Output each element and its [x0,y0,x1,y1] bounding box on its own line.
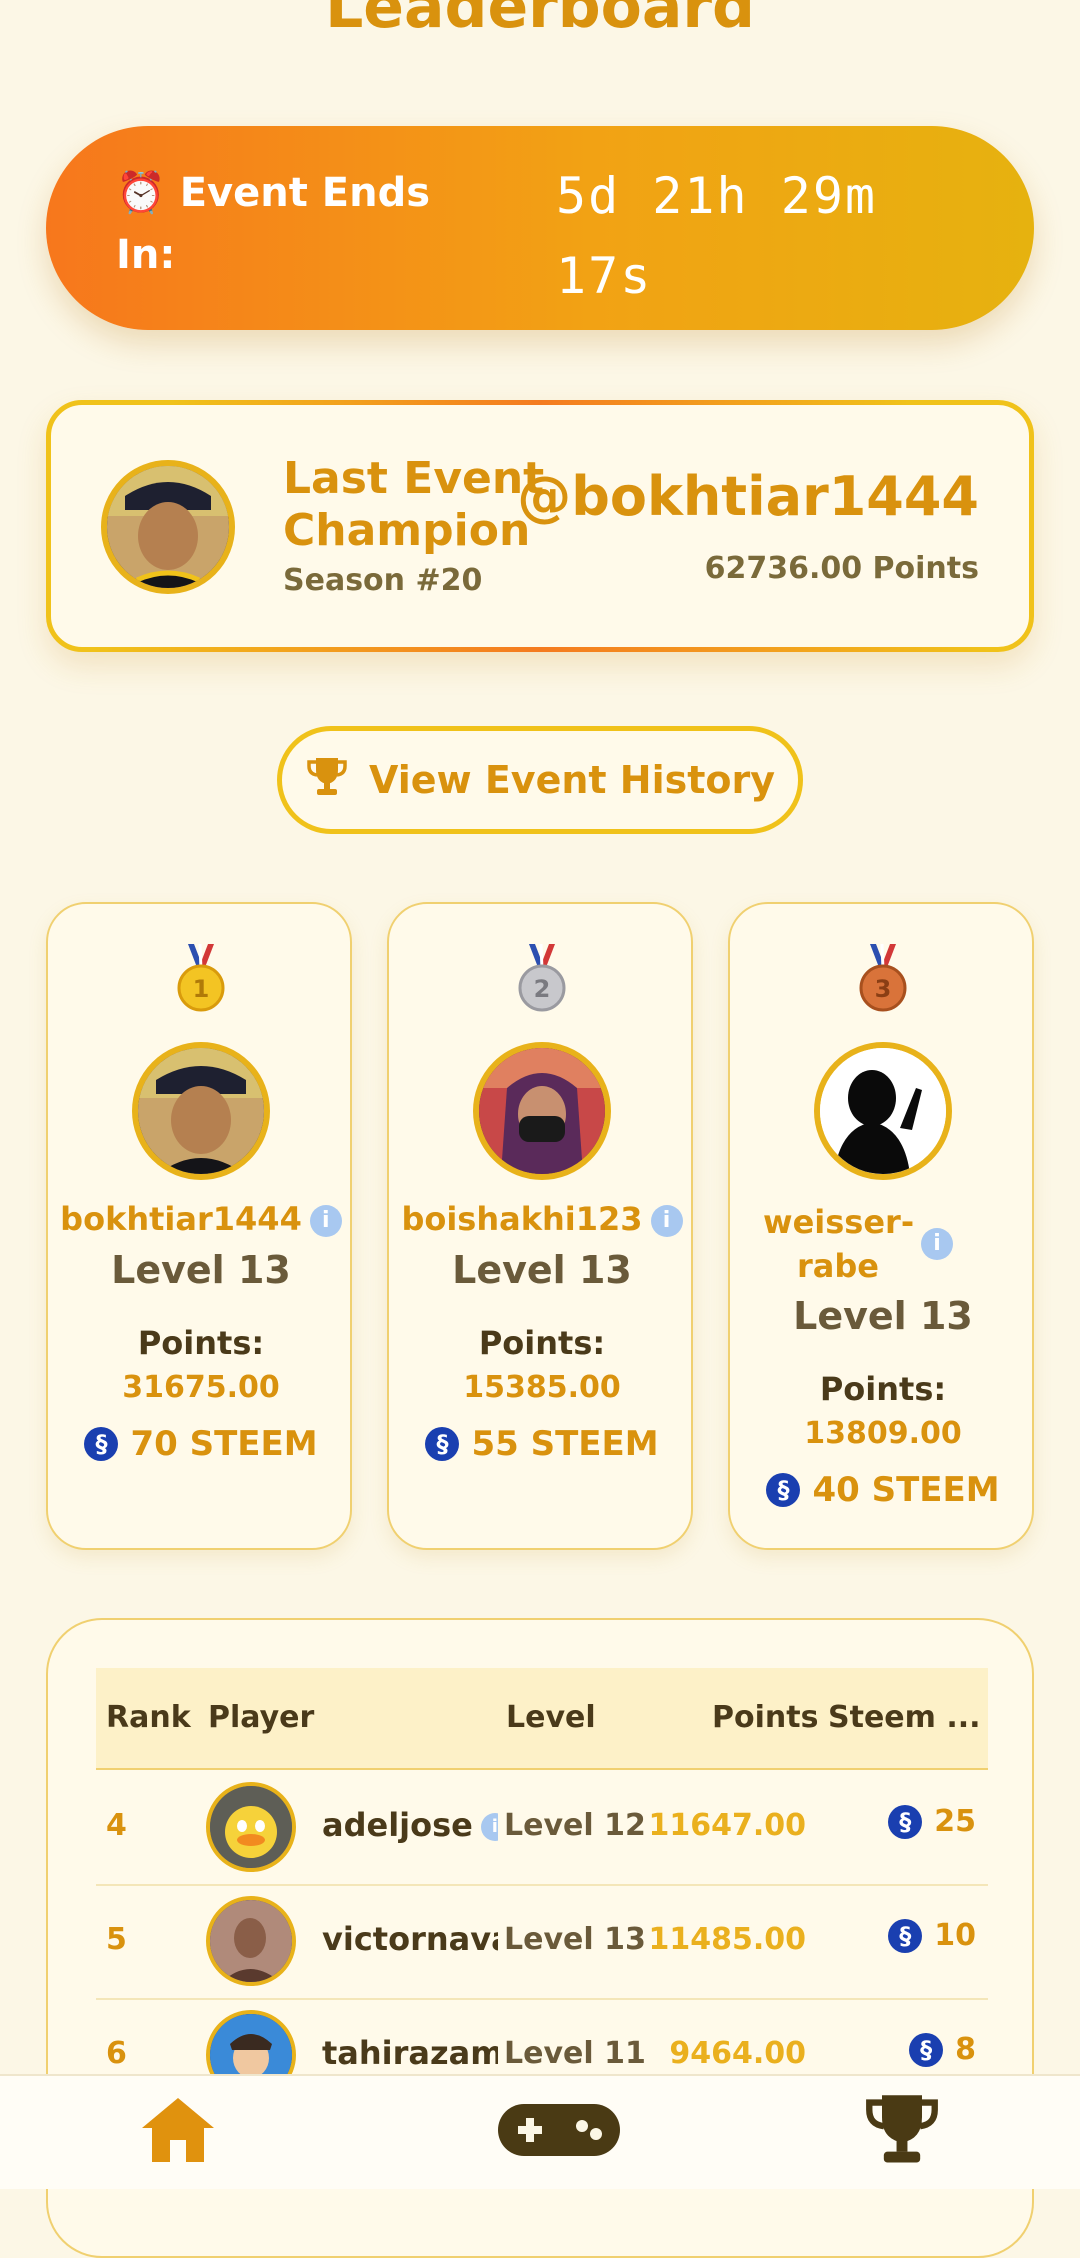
player-points: 15385.00 [463,1370,621,1405]
last-champion-card: Last Event Champion Season #20 @bokhtiar… [46,400,1034,652]
player-steem-reward: 70 STEEM [48,1424,354,1464]
points-label: Points: [478,1324,606,1362]
silver-medal-icon: 2 [517,943,567,1016]
steem-icon [909,2032,944,2067]
header-rank[interactable]: Rank [106,1700,191,1735]
steem-icon [888,1918,923,1953]
steem-icon [766,1473,801,1507]
row-points: 11647.00 [648,1808,806,1843]
steem-icon [425,1427,460,1461]
points-label: Points: [137,1324,265,1362]
row-rank: 5 [106,1922,127,1957]
table-row[interactable]: 5 victornava Level 13 11485.00 10 [96,1884,988,2000]
row-level: Level 12 [504,1808,646,1843]
page-title: Leaderboard [325,0,755,42]
row-player-name[interactable]: adeljose i [322,1806,498,1844]
svg-text:2: 2 [534,975,551,1003]
bottom-navigation [0,2074,1080,2189]
gamepad-icon[interactable] [496,2102,622,2162]
player-level: Level 13 [793,1294,973,1338]
event-countdown-banner: ⏰ Event Ends In: 5d 21h 29m 17s [46,126,1034,330]
info-icon[interactable]: i [921,1228,953,1260]
row-player-name[interactable]: tahirazam [322,2034,498,2072]
player-avatar [132,1042,270,1180]
player-name[interactable]: bokhtiar1444 i [48,1200,354,1238]
champion-points: 62736.00 Points [704,551,979,586]
gold-medal-icon: 1 [176,943,226,1016]
countdown-value: 5d 21h 29m 17s [556,167,878,305]
player-level: Level 13 [452,1248,632,1292]
row-rank: 6 [106,2036,127,2071]
player-name[interactable]: weisser-rabei [730,1200,986,1288]
info-icon[interactable]: i [309,1205,342,1237]
table-row[interactable]: 4 adeljosei Level 12 11647.00 25 [96,1770,988,1886]
row-steem: 8 [909,2032,976,2067]
card-accent-top [171,400,909,405]
trophy-nav-icon[interactable] [862,2088,942,2172]
steem-icon [84,1427,119,1461]
bronze-medal-icon: 3 [858,943,908,1016]
header-steem[interactable]: Steem ... [828,1700,981,1735]
player-points: 13809.00 [804,1416,962,1451]
top-player-card-1[interactable]: 1 bokhtiar1444 i Level 13 Points: 31675.0… [46,902,352,1550]
champion-username[interactable]: @bokhtiar1444 [517,465,979,528]
card-accent-bottom [91,647,989,652]
player-steem-reward: 55 STEEM [389,1424,695,1464]
row-player-name[interactable]: victornava [322,1920,498,1958]
player-avatar [206,1782,296,1872]
trophy-icon [305,754,349,807]
top-player-card-3[interactable]: 3 weisser-rabei Level 13 Points: 13809.0… [728,902,1034,1550]
info-icon[interactable]: i [650,1205,683,1237]
view-event-history-button[interactable]: View Event History [277,726,803,834]
header-player[interactable]: Player [208,1700,314,1735]
player-points: 31675.00 [122,1370,280,1405]
steem-icon [888,1804,923,1839]
player-avatar [473,1042,611,1180]
player-avatar [206,1896,296,1986]
svg-text:1: 1 [193,975,210,1003]
header-level[interactable]: Level [506,1700,596,1735]
row-points: 11485.00 [648,1922,806,1957]
row-points: 9464.00 [669,2036,806,2071]
player-name[interactable]: boishakhi123 i [389,1200,695,1238]
view-event-history-label: View Event History [368,758,776,802]
player-level: Level 13 [111,1248,291,1292]
info-icon[interactable]: i [480,1813,498,1841]
countdown-label: ⏰ Event Ends In: [116,170,431,278]
champion-season: Season #20 [283,563,483,598]
top-player-card-2[interactable]: 2 boishakhi123 i Level 13 Points: 15385.0… [387,902,693,1550]
header-points[interactable]: Points [712,1700,818,1735]
champion-avatar [101,460,235,594]
row-steem: 25 [888,1804,976,1839]
row-steem: 10 [888,1918,976,1953]
svg-text:3: 3 [875,975,892,1003]
row-level: Level 11 [504,2036,646,2071]
player-avatar [814,1042,952,1180]
player-steem-reward: 40 STEEM [730,1470,1036,1510]
table-header: Rank Player Level Points Steem ... [96,1668,988,1770]
row-level: Level 13 [504,1922,646,1957]
points-label: Points: [819,1370,947,1408]
row-rank: 4 [106,1808,127,1843]
home-icon[interactable] [138,2094,218,2168]
